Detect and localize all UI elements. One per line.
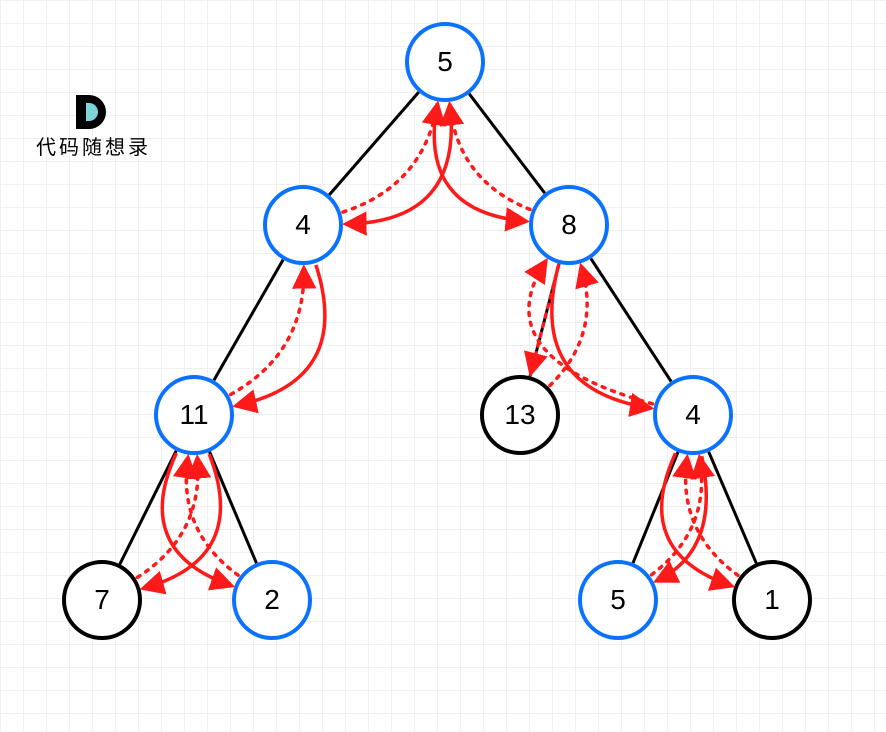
tree-node-n1: 1 <box>732 560 812 640</box>
logo-text: 代码随想录 <box>36 131 151 160</box>
tree-node-n5b: 5 <box>578 560 658 640</box>
tree-node-n2: 2 <box>232 560 312 640</box>
tree-node-n13: 13 <box>480 375 560 455</box>
tree-node-n4b: 4 <box>653 375 733 455</box>
tree-node-n7: 7 <box>62 560 142 640</box>
tree-node-n4a: 4 <box>263 185 343 265</box>
tree-node-n11: 11 <box>154 375 234 455</box>
logo: 代码随想录 <box>36 95 151 160</box>
logo-d-icon <box>76 95 106 129</box>
diagram-canvas: 代码随想录 548111347251 <box>0 0 886 732</box>
tree-node-n5: 5 <box>405 22 485 102</box>
tree-node-n8: 8 <box>529 185 609 265</box>
